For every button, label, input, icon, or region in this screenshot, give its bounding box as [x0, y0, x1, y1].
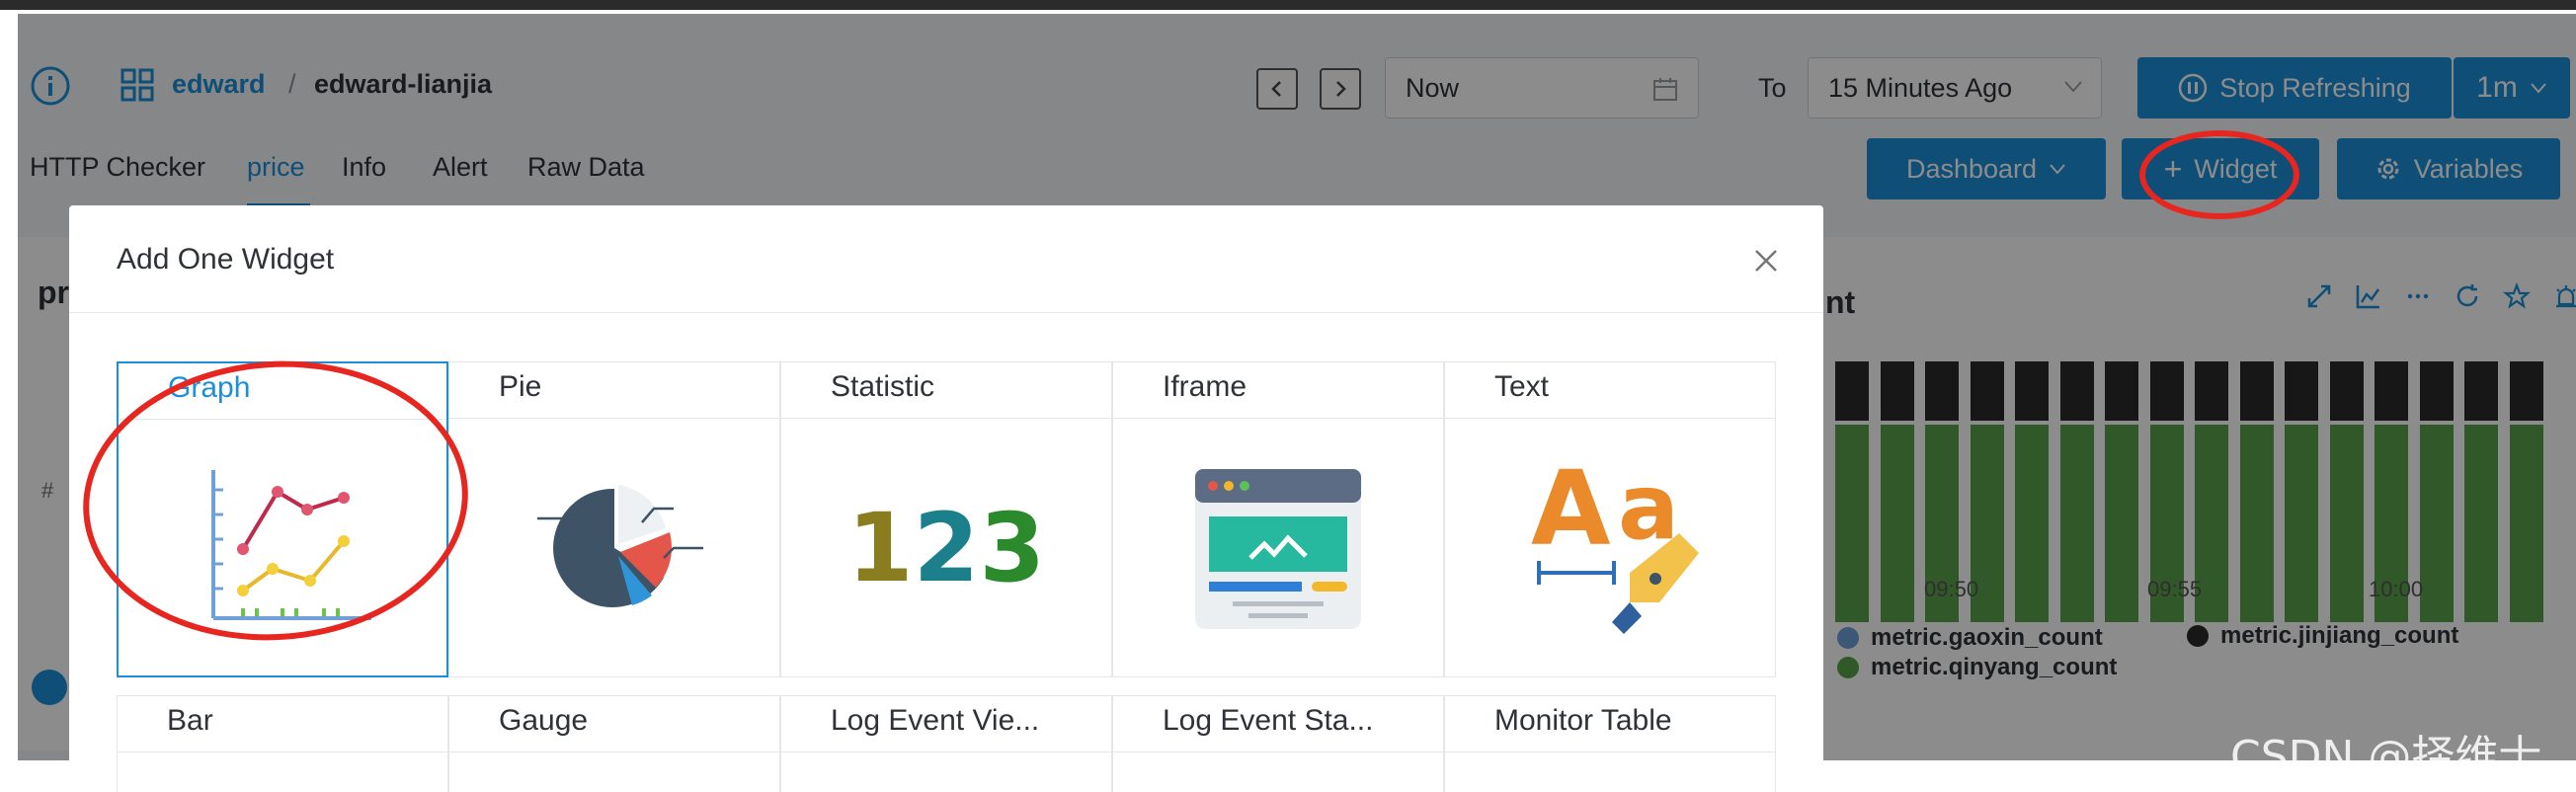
widget-card-iframe[interactable]: Iframe [1112, 361, 1444, 677]
widget-card-log-event-stats[interactable]: Log Event Sta... [1112, 695, 1444, 792]
pie-illustration [449, 420, 779, 676]
pen-icon [1537, 533, 1699, 634]
widget-card-pie[interactable]: Pie [448, 361, 780, 677]
widget-card-title: Gauge [499, 704, 589, 737]
card-divider [781, 418, 1111, 419]
widget-card-text[interactable]: Text A a [1444, 361, 1776, 677]
text-illustration: A a [1445, 420, 1775, 676]
widget-card-title: Text [1494, 370, 1550, 403]
modal-divider [69, 312, 1823, 313]
widget-card-title: Bar [167, 704, 213, 737]
widget-card-title: Statistic [831, 370, 935, 403]
widget-card-title: Log Event Sta... [1163, 704, 1374, 737]
widget-card-title: Log Event Vie... [831, 704, 1040, 737]
widget-card-title: Pie [499, 370, 542, 403]
statistic-illustration: 1 2 3 [781, 420, 1111, 676]
os-top-strip [0, 0, 2576, 10]
pie-chart-icon [537, 485, 703, 607]
card-divider [449, 418, 779, 419]
widget-card-monitor-table[interactable]: Monitor Table [1444, 695, 1776, 792]
watermark: CSDN @择维士 [2230, 732, 2542, 782]
statistic-digit: 3 [979, 493, 1046, 603]
widget-card-title: Iframe [1163, 370, 1248, 403]
annotation-circle-widget-button [2139, 130, 2299, 219]
card-divider [1113, 418, 1443, 419]
card-divider [1445, 418, 1775, 419]
widget-card-title: Monitor Table [1494, 704, 1672, 737]
statistic-digit: 1 [846, 493, 914, 603]
widget-card-bar[interactable]: Bar [117, 695, 448, 792]
browser-window-icon [1195, 469, 1361, 629]
widget-card-gauge[interactable]: Gauge [448, 695, 780, 792]
widget-card-log-event-view[interactable]: Log Event Vie... [780, 695, 1112, 792]
modal-title: Add One Widget [117, 243, 335, 276]
statistic-digit: 2 [913, 493, 980, 603]
close-icon[interactable] [1748, 243, 1784, 278]
widget-card-statistic[interactable]: Statistic 1 2 3 [780, 361, 1112, 677]
iframe-illustration [1113, 420, 1443, 676]
